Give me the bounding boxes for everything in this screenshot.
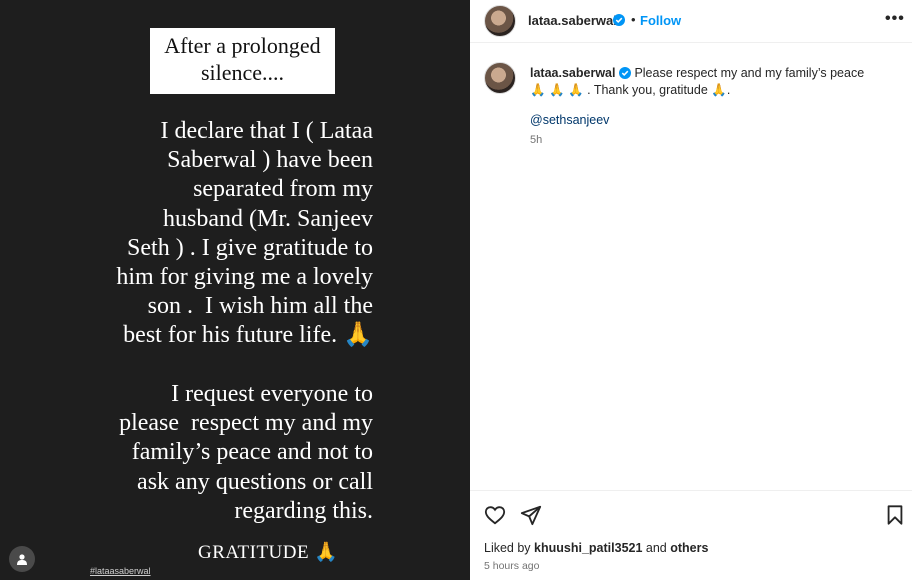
post-media[interactable]: After a prolonged silence.... I declare … <box>0 0 470 580</box>
actions-bar: Liked by khuushi_patil3521 and others 5 … <box>470 490 912 581</box>
caption-username[interactable]: lataa.saberwal <box>530 66 615 80</box>
caption-mention[interactable]: @sethsanjeev <box>530 113 609 127</box>
liked-by-others[interactable]: others <box>670 541 708 555</box>
bookmark-icon[interactable] <box>884 504 906 526</box>
post-header: lataa.saberwal • Follow ••• <box>470 0 912 43</box>
post-time: 5 hours ago <box>484 560 540 572</box>
verified-badge-icon <box>618 67 631 79</box>
share-icon[interactable] <box>520 504 542 526</box>
likes-summary: Liked by khuushi_patil3521 and others <box>484 541 708 555</box>
tagged-users-button[interactable] <box>9 546 35 572</box>
story-title-text: After a prolonged silence.... <box>164 33 321 85</box>
liked-by-user[interactable]: khuushi_patil3521 <box>534 541 642 555</box>
caption-avatar[interactable] <box>484 62 516 94</box>
liked-by-and: and <box>645 541 667 555</box>
verified-badge-icon <box>613 14 625 26</box>
story-title: After a prolonged silence.... <box>150 28 335 94</box>
post-sidebar: lataa.saberwal • Follow ••• lataa.saberw… <box>470 0 912 580</box>
header-username[interactable]: lataa.saberwal <box>528 13 617 28</box>
heart-icon[interactable] <box>484 504 506 526</box>
story-paragraph-1: I declare that I ( Lataa Saberwal ) have… <box>116 118 373 349</box>
liked-by-prefix: Liked by <box>484 541 531 555</box>
caption: lataa.saberwal Please respect my and my … <box>530 65 870 99</box>
separator-dot: • <box>631 12 636 27</box>
user-icon <box>17 554 27 565</box>
caption-timestamp: 5h <box>530 134 543 146</box>
story-gratitude: GRATITUDE 🙏 <box>198 542 339 563</box>
follow-button[interactable]: Follow <box>640 13 681 28</box>
more-options-icon[interactable]: ••• <box>885 10 905 28</box>
story-paragraph-2: I request everyone to please respect my … <box>119 381 373 524</box>
avatar[interactable] <box>484 5 516 37</box>
story-hashtag[interactable]: #lataasaberwal <box>90 566 151 576</box>
